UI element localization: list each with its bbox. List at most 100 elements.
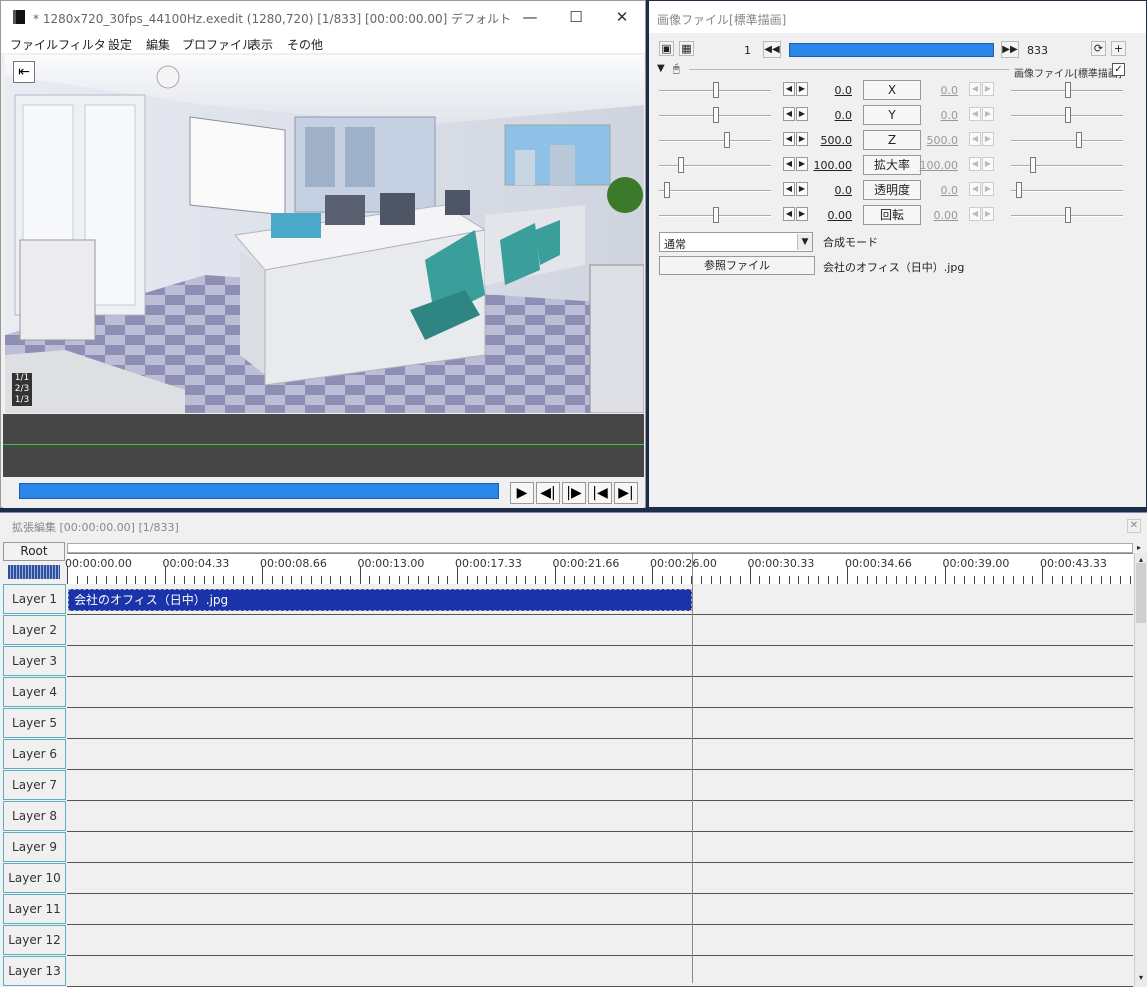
layer-track[interactable] <box>67 801 1133 832</box>
close-button[interactable]: ✕ <box>599 1 645 33</box>
increment-right-button[interactable]: ▶ <box>982 107 994 121</box>
slider-right-thumb[interactable] <box>1065 207 1071 223</box>
slider-left-thumb[interactable] <box>713 207 719 223</box>
layer-track[interactable] <box>67 770 1133 801</box>
layer-track[interactable] <box>67 832 1133 863</box>
param-right-value[interactable]: 500.0 <box>908 134 959 147</box>
decrement-right-button[interactable]: ◀ <box>969 157 981 171</box>
layer-track[interactable] <box>67 646 1133 677</box>
scroll-thumb[interactable] <box>1136 563 1146 623</box>
slider-right-thumb[interactable] <box>1030 157 1036 173</box>
param-right-value[interactable]: 0.0 <box>908 109 959 122</box>
layer-label[interactable]: Layer 2 <box>3 615 66 645</box>
layer-track[interactable] <box>67 956 1133 987</box>
menu-view[interactable]: 表示 <box>249 36 273 53</box>
param-left-value[interactable]: 100.00 <box>802 159 853 172</box>
seek-slider[interactable] <box>19 483 499 499</box>
root-button[interactable]: Root <box>3 542 65 561</box>
next-frame-button[interactable]: |▶ <box>562 482 586 504</box>
layer-track[interactable] <box>67 739 1133 770</box>
minimize-button[interactable]: — <box>507 1 553 33</box>
param-right-value[interactable]: 0.0 <box>908 184 959 197</box>
param-left-value[interactable]: 0.0 <box>802 184 853 197</box>
layer-track[interactable] <box>67 863 1133 894</box>
layer-label[interactable]: Layer 10 <box>3 863 66 893</box>
menu-edit[interactable]: 編集 <box>146 36 170 53</box>
slider-right-thumb[interactable] <box>1065 82 1071 98</box>
layer-label[interactable]: Layer 5 <box>3 708 66 738</box>
object-enable-checkbox[interactable]: ✓ <box>1112 63 1125 76</box>
decrement-left-button[interactable]: ◀ <box>783 132 795 146</box>
scroll-down-icon[interactable]: ▾ <box>1136 973 1146 983</box>
chevron-down-icon[interactable]: ▼ <box>797 234 812 250</box>
slider-right-thumb[interactable] <box>1016 182 1022 198</box>
decrement-right-button[interactable]: ◀ <box>969 207 981 221</box>
layer-track[interactable] <box>67 677 1133 708</box>
slider-left-thumb[interactable] <box>664 182 670 198</box>
frame-range-bar[interactable] <box>789 43 994 57</box>
increment-right-button[interactable]: ▶ <box>982 157 994 171</box>
slider-right-track[interactable] <box>1011 140 1123 142</box>
slider-left-track[interactable] <box>659 190 771 192</box>
increment-right-button[interactable]: ▶ <box>982 82 994 96</box>
param-right-value[interactable]: 100.00 <box>908 159 959 172</box>
decrement-left-button[interactable]: ◀ <box>783 207 795 221</box>
time-ruler[interactable]: 00:00:00.00 00:00:04.33 00:00:08.66 00:00:1… <box>65 553 1133 585</box>
layer-label[interactable]: Layer 12 <box>3 925 66 955</box>
layer-label[interactable]: Layer 1 <box>3 584 66 614</box>
layer-label[interactable]: Layer 4 <box>3 677 66 707</box>
param-left-value[interactable]: 0.00 <box>802 209 853 222</box>
decrement-left-button[interactable]: ◀ <box>783 82 795 96</box>
slider-left-track[interactable] <box>659 140 771 142</box>
play-button[interactable]: ▶ <box>510 482 534 504</box>
scroll-right-icon[interactable]: ▸ <box>1133 543 1145 553</box>
param-left-value[interactable]: 0.0 <box>802 84 853 97</box>
decrement-left-button[interactable]: ◀ <box>783 107 795 121</box>
slider-right-thumb[interactable] <box>1076 132 1082 148</box>
zoom-scale-icon[interactable] <box>8 565 60 579</box>
slider-left-track[interactable] <box>659 165 771 167</box>
refresh-icon[interactable]: ⟳ <box>1091 41 1106 56</box>
maximize-button[interactable]: ☐ <box>553 1 599 33</box>
layer-track[interactable] <box>67 708 1133 739</box>
layer-label[interactable]: Layer 3 <box>3 646 66 676</box>
slider-left-thumb[interactable] <box>713 107 719 123</box>
main-titlebar[interactable]: * 1280x720_30fps_44100Hz.exedit (1280,72… <box>1 1 645 33</box>
layer-label[interactable]: Layer 9 <box>3 832 66 862</box>
blend-mode-select[interactable]: 通常 ▼ <box>659 232 813 252</box>
vertical-scrollbar[interactable]: ▴ ▾ <box>1134 553 1147 987</box>
layer-track[interactable] <box>67 925 1133 956</box>
prev-frame-button[interactable]: ◀| <box>536 482 560 504</box>
image-clip[interactable]: 会社のオフィス（日中）.jpg <box>68 589 692 611</box>
decrement-left-button[interactable]: ◀ <box>783 157 795 171</box>
slider-left-thumb[interactable] <box>713 82 719 98</box>
increment-right-button[interactable]: ▶ <box>982 207 994 221</box>
increment-right-button[interactable]: ▶ <box>982 132 994 146</box>
prev-keyframe-button[interactable]: ◀◀ <box>763 41 781 58</box>
decrement-right-button[interactable]: ◀ <box>969 107 981 121</box>
horizontal-scrollbar[interactable] <box>67 543 1133 553</box>
grid-icon[interactable]: ▦ <box>679 41 694 56</box>
add-filter-icon[interactable]: + <box>1111 41 1126 56</box>
param-left-value[interactable]: 0.0 <box>802 109 853 122</box>
slider-right-track[interactable] <box>1011 190 1123 192</box>
menu-other[interactable]: その他 <box>287 36 323 53</box>
preview-canvas[interactable]: 1/1 2/3 1/3 ⇤ <box>5 55 644 413</box>
decrement-right-button[interactable]: ◀ <box>969 182 981 196</box>
camera-icon[interactable]: ▣ <box>659 41 674 56</box>
param-right-value[interactable]: 0.00 <box>908 209 959 222</box>
next-keyframe-button[interactable]: ▶▶ <box>1001 41 1019 58</box>
decrement-right-button[interactable]: ◀ <box>969 82 981 96</box>
decrement-left-button[interactable]: ◀ <box>783 182 795 196</box>
menu-file[interactable]: ファイル <box>10 36 58 53</box>
back-to-start-icon[interactable]: ⇤ <box>13 61 35 83</box>
slider-left-thumb[interactable] <box>724 132 730 148</box>
slider-right-track[interactable] <box>1011 165 1123 167</box>
go-end-button[interactable]: ▶| <box>614 482 638 504</box>
slider-right-thumb[interactable] <box>1065 107 1071 123</box>
close-icon[interactable]: ✕ <box>1127 519 1141 533</box>
menu-profile[interactable]: プロファイル <box>182 36 254 53</box>
param-right-value[interactable]: 0.0 <box>908 84 959 97</box>
go-start-button[interactable]: |◀ <box>588 482 612 504</box>
layer-label[interactable]: Layer 13 <box>3 956 66 986</box>
